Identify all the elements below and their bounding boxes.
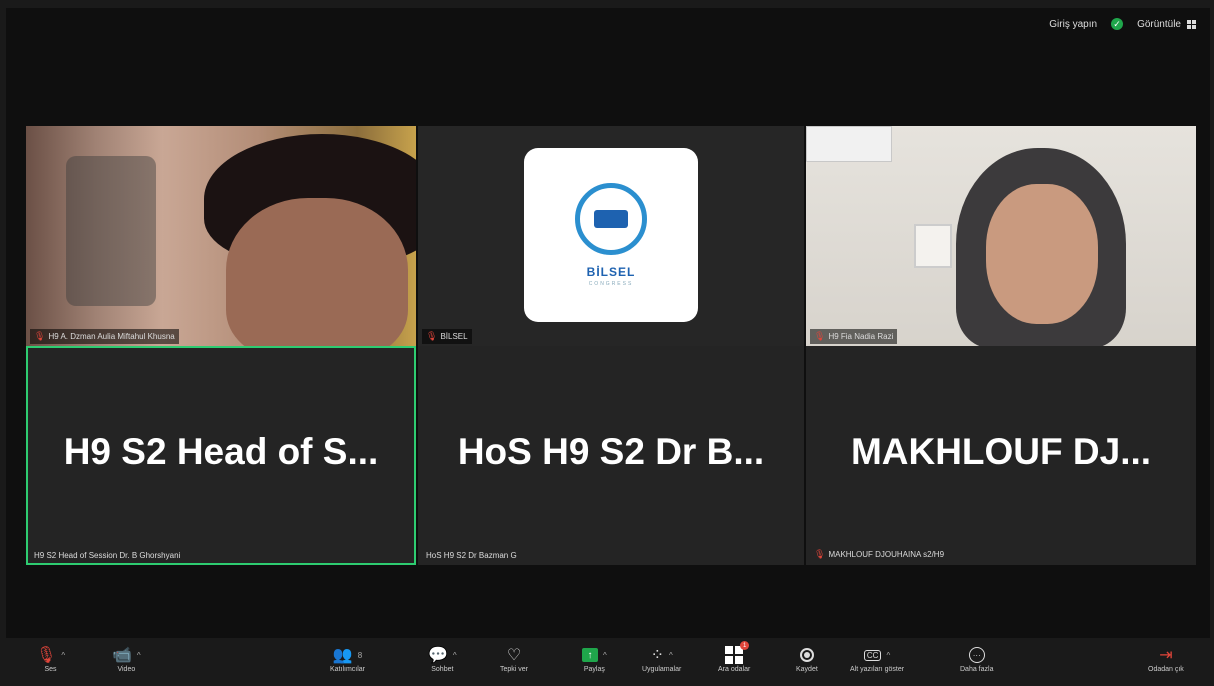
chat-icon: 💬 bbox=[428, 647, 448, 664]
chevron-up-icon[interactable]: ^ bbox=[669, 651, 673, 660]
participant-name: H9 Fia Nadia Razi bbox=[828, 332, 894, 341]
video-label: Video bbox=[117, 666, 136, 673]
participant-name: MAKHLOUF DJOUHAINA s2/H9 bbox=[828, 550, 945, 559]
notification-badge: 1 bbox=[740, 641, 750, 650]
video-tile-3[interactable]: 🎙 H9 Fia Nadia Razi bbox=[806, 126, 1196, 347]
mic-muted-icon: 🎙 bbox=[814, 331, 826, 341]
logo-title: BİLSEL bbox=[586, 265, 636, 279]
top-bar: Giriş yapın ✓ Görüntüle bbox=[1049, 18, 1196, 30]
camera-off-icon: 📹 bbox=[112, 647, 132, 664]
mic-muted-icon: 🎙 bbox=[814, 549, 826, 559]
chat-label: Sohbet bbox=[431, 666, 454, 673]
participants-icon: 👥 bbox=[332, 647, 353, 664]
audio-label: Ses bbox=[44, 666, 57, 673]
participant-name: BİLSEL bbox=[440, 332, 468, 341]
heart-icon: ♡ bbox=[506, 647, 522, 664]
big-participant-name: MAKHLOUF DJ... bbox=[850, 431, 1152, 472]
signin-label[interactable]: Giriş yapın bbox=[1049, 19, 1097, 30]
logo-emblem-icon bbox=[575, 183, 647, 255]
leave-button[interactable]: ⇥ Odadan çık bbox=[1148, 644, 1184, 673]
chevron-up-icon[interactable]: ^ bbox=[137, 651, 141, 660]
reactions-button[interactable]: ♡ Tepki ver bbox=[500, 644, 528, 673]
share-button[interactable]: ↑ ^ Paylaş bbox=[582, 644, 607, 673]
apps-icon: ⁘ bbox=[650, 647, 664, 664]
exit-icon: ⇥ bbox=[1159, 647, 1173, 664]
participants-count: 8 bbox=[357, 650, 363, 660]
leave-label: Odadan çık bbox=[1148, 666, 1184, 673]
bilsel-logo: BİLSEL CONGRESS bbox=[524, 148, 698, 322]
mic-muted-icon: 🎙 bbox=[34, 331, 46, 341]
view-button[interactable]: Görüntüle bbox=[1137, 19, 1196, 30]
reactions-label: Tepki ver bbox=[500, 666, 529, 673]
apps-button[interactable]: ⁘ ^ Uygulamalar bbox=[642, 644, 681, 673]
participants-button[interactable]: 👥 8 Katılımcılar bbox=[330, 644, 365, 673]
video-button[interactable]: 📹 ^ Video bbox=[112, 644, 141, 673]
wall-photo bbox=[914, 224, 952, 268]
audio-button[interactable]: 🎙 ^ Ses bbox=[36, 644, 65, 673]
name-tile-3[interactable]: MAKHLOUF DJ... 🎙 MAKHLOUF DJOUHAINA s2/H… bbox=[806, 346, 1196, 565]
record-label: Kaydet bbox=[796, 666, 818, 673]
captions-button[interactable]: CC ^ Alt yazıları göster bbox=[850, 644, 904, 673]
record-button[interactable]: Kaydet bbox=[796, 644, 818, 673]
video-tile-2[interactable]: BİLSEL CONGRESS 🎙 BİLSEL bbox=[418, 126, 804, 347]
meeting-toolbar: 🎙 ^ Ses 📹 ^ Video 👥 8 Katılımcılar 💬 ^ Sohbe… bbox=[0, 638, 1214, 686]
share-screen-icon: ↑ bbox=[582, 648, 598, 662]
video-name-tag: 🎙 BİLSEL bbox=[422, 329, 472, 344]
more-dots-icon: ··· bbox=[968, 647, 985, 663]
chevron-up-icon[interactable]: ^ bbox=[886, 651, 890, 660]
video-name-tag: 🎙 H9 A. Dzman Aulia Miftahul Khusna bbox=[30, 329, 179, 344]
participant-name: HoS H9 S2 Dr Bazman G bbox=[426, 551, 517, 560]
view-label[interactable]: Görüntüle bbox=[1137, 19, 1181, 30]
participant-name: H9 S2 Head of Session Dr. B Ghorshyani bbox=[34, 551, 181, 560]
more-label: Daha fazla bbox=[960, 666, 994, 673]
chat-button[interactable]: 💬 ^ Sohbet bbox=[428, 644, 457, 673]
apps-label: Uygulamalar bbox=[642, 666, 682, 673]
video-name-tag: 🎙 H9 Fia Nadia Razi bbox=[810, 329, 898, 344]
name-tile-1[interactable]: H9 S2 Head of S... H9 S2 Head of Session… bbox=[26, 346, 416, 565]
shield-check-icon[interactable]: ✓ bbox=[1111, 18, 1124, 30]
share-label: Paylaş bbox=[583, 666, 605, 673]
grid-icon bbox=[1187, 19, 1196, 29]
name-tag: 🎙 MAKHLOUF DJOUHAINA s2/H9 bbox=[810, 547, 948, 562]
more-button[interactable]: ··· Daha fazla bbox=[960, 644, 993, 673]
name-tag: H9 S2 Head of Session Dr. B Ghorshyani bbox=[30, 549, 184, 562]
background-blur bbox=[66, 156, 156, 306]
record-icon bbox=[799, 648, 814, 662]
breakout-rooms-icon: 1 bbox=[725, 641, 750, 664]
participants-label: Katılımcılar bbox=[330, 666, 366, 673]
participant-name: H9 A. Dzman Aulia Miftahul Khusna bbox=[48, 332, 175, 341]
name-tag: HoS H9 S2 Dr Bazman G bbox=[422, 549, 521, 562]
big-participant-name: H9 S2 Head of S... bbox=[63, 431, 379, 472]
video-tile-1[interactable]: 🎙 H9 A. Dzman Aulia Miftahul Khusna bbox=[26, 126, 416, 347]
participant-face bbox=[986, 184, 1098, 324]
logo-subtitle: CONGRESS bbox=[588, 281, 634, 287]
air-conditioner bbox=[806, 126, 892, 162]
mic-muted-icon: 🎙 bbox=[36, 647, 57, 664]
mic-muted-icon: 🎙 bbox=[426, 331, 438, 341]
captions-icon: CC bbox=[863, 649, 882, 661]
name-tile-2[interactable]: HoS H9 S2 Dr B... HoS H9 S2 Dr Bazman G bbox=[418, 346, 804, 565]
breakout-rooms-button[interactable]: 1 Ara odalar bbox=[718, 641, 751, 673]
participant-face bbox=[226, 198, 408, 347]
big-participant-name: HoS H9 S2 Dr B... bbox=[457, 431, 765, 472]
chevron-up-icon[interactable]: ^ bbox=[603, 651, 607, 660]
chevron-up-icon[interactable]: ^ bbox=[453, 651, 457, 660]
breakout-label: Ara odalar bbox=[718, 666, 751, 673]
captions-label: Alt yazıları göster bbox=[850, 666, 905, 673]
signin-item[interactable]: Giriş yapın bbox=[1049, 19, 1097, 30]
chevron-up-icon[interactable]: ^ bbox=[61, 651, 65, 660]
